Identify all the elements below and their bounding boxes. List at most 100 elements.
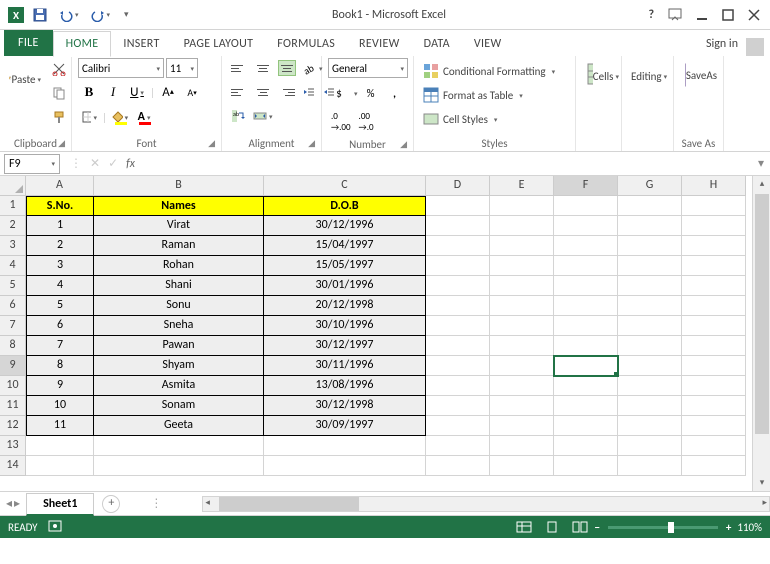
cell-F13[interactable]	[554, 436, 618, 456]
row-header-1[interactable]: 1	[0, 196, 26, 216]
sheet-tab-1[interactable]: Sheet1	[26, 493, 94, 516]
tab-view[interactable]: VIEW	[462, 32, 514, 56]
cell-G1[interactable]	[618, 196, 682, 216]
qat-redo-button[interactable]: ▾	[88, 5, 114, 25]
page-layout-view-button[interactable]	[540, 519, 564, 535]
cell-G9[interactable]	[618, 356, 682, 376]
align-right-button[interactable]	[276, 82, 298, 102]
fill-color-button[interactable]: ▾	[109, 106, 131, 128]
row-header-7[interactable]: 7	[0, 316, 26, 336]
cell-B14[interactable]	[94, 456, 264, 476]
cell-H10[interactable]	[682, 376, 746, 396]
cell-A1[interactable]: S.No.	[26, 196, 94, 216]
copy-button[interactable]	[48, 82, 70, 104]
cell-C6[interactable]: 20/12/1998	[264, 296, 426, 316]
column-header-G[interactable]: G	[618, 176, 682, 196]
grow-font-button[interactable]: A▴	[157, 81, 179, 103]
cell-H4[interactable]	[682, 256, 746, 276]
font-name-combo[interactable]: Calibri▾	[78, 58, 164, 78]
row-header-5[interactable]: 5	[0, 276, 26, 296]
cell-H7[interactable]	[682, 316, 746, 336]
cell-H14[interactable]	[682, 456, 746, 476]
shrink-font-button[interactable]: A▾	[181, 81, 203, 103]
cell-B12[interactable]: Geeta	[94, 416, 264, 436]
cell-B10[interactable]: Asmita	[94, 376, 264, 396]
cell-F8[interactable]	[554, 336, 618, 356]
align-center-button[interactable]	[252, 82, 274, 102]
cell-B5[interactable]: Shani	[94, 276, 264, 296]
scroll-down-button[interactable]: ▾	[753, 475, 770, 491]
column-header-E[interactable]: E	[490, 176, 554, 196]
column-header-H[interactable]: H	[682, 176, 746, 196]
wrap-text-button[interactable]: ab	[228, 106, 248, 126]
tab-page-layout[interactable]: PAGE LAYOUT	[172, 32, 266, 56]
cell-H11[interactable]	[682, 396, 746, 416]
cell-E2[interactable]	[490, 216, 554, 236]
cell-D5[interactable]	[426, 276, 490, 296]
underline-button[interactable]: U▾	[126, 81, 148, 103]
select-all-button[interactable]	[0, 176, 26, 196]
align-left-button[interactable]	[228, 82, 250, 102]
cell-A7[interactable]: 6	[26, 316, 94, 336]
cell-E3[interactable]	[490, 236, 554, 256]
cell-C2[interactable]: 30/12/1996	[264, 216, 426, 236]
cell-E12[interactable]	[490, 416, 554, 436]
cell-C11[interactable]: 30/12/1998	[264, 396, 426, 416]
cell-A9[interactable]: 8	[26, 356, 94, 376]
zoom-slider[interactable]	[608, 526, 718, 529]
row-header-12[interactable]: 12	[0, 416, 26, 436]
cell-B8[interactable]: Pawan	[94, 336, 264, 356]
bold-button[interactable]: B	[78, 81, 100, 103]
tab-file[interactable]: FILE	[4, 30, 53, 56]
cell-C1[interactable]: D.O.B	[264, 196, 426, 216]
maximize-button[interactable]	[722, 9, 734, 21]
cell-B2[interactable]: Virat	[94, 216, 264, 236]
cells-button[interactable]: Cells▾	[582, 58, 622, 94]
row-header-3[interactable]: 3	[0, 236, 26, 256]
cell-E7[interactable]	[490, 316, 554, 336]
tab-data[interactable]: DATA	[412, 32, 462, 56]
format-as-table-button[interactable]: Format as Table▾	[420, 84, 526, 106]
column-header-A[interactable]: A	[26, 176, 94, 196]
zoom-level[interactable]: 110%	[737, 521, 762, 534]
alignment-launcher[interactable]: ◢	[308, 138, 315, 149]
zoom-out-button[interactable]: −	[594, 521, 599, 534]
normal-view-button[interactable]	[512, 519, 536, 535]
column-header-C[interactable]: C	[264, 176, 426, 196]
tab-formulas[interactable]: FORMULAS	[265, 32, 347, 56]
conditional-formatting-button[interactable]: Conditional Formatting▾	[420, 60, 558, 82]
cell-G11[interactable]	[618, 396, 682, 416]
cell-B4[interactable]: Rohan	[94, 256, 264, 276]
expand-formula-bar-button[interactable]: ▾	[752, 156, 770, 171]
cell-A13[interactable]	[26, 436, 94, 456]
vertical-scrollbar[interactable]: ▴ ▾	[752, 176, 770, 491]
tab-home[interactable]: HOME	[53, 31, 112, 57]
cell-C13[interactable]	[264, 436, 426, 456]
cell-D6[interactable]	[426, 296, 490, 316]
cell-F4[interactable]	[554, 256, 618, 276]
row-header-10[interactable]: 10	[0, 376, 26, 396]
cell-A5[interactable]: 4	[26, 276, 94, 296]
accounting-format-button[interactable]: $	[328, 82, 350, 104]
cell-D14[interactable]	[426, 456, 490, 476]
cut-button[interactable]	[48, 58, 70, 80]
cell-G2[interactable]	[618, 216, 682, 236]
cell-H13[interactable]	[682, 436, 746, 456]
cell-B1[interactable]: Names	[94, 196, 264, 216]
format-painter-button[interactable]	[48, 106, 70, 128]
row-header-4[interactable]: 4	[0, 256, 26, 276]
cell-A3[interactable]: 2	[26, 236, 94, 256]
cell-D2[interactable]	[426, 216, 490, 236]
cell-H5[interactable]	[682, 276, 746, 296]
font-color-button[interactable]: A▾	[133, 106, 155, 128]
column-header-D[interactable]: D	[426, 176, 490, 196]
clipboard-launcher[interactable]: ◢	[58, 138, 65, 149]
cell-H9[interactable]	[682, 356, 746, 376]
number-launcher[interactable]: ◢	[400, 139, 407, 150]
cell-G5[interactable]	[618, 276, 682, 296]
cell-F11[interactable]	[554, 396, 618, 416]
cell-G3[interactable]	[618, 236, 682, 256]
column-header-F[interactable]: F	[554, 176, 618, 196]
cell-F1[interactable]	[554, 196, 618, 216]
enter-formula-button[interactable]: ✓	[108, 156, 118, 171]
